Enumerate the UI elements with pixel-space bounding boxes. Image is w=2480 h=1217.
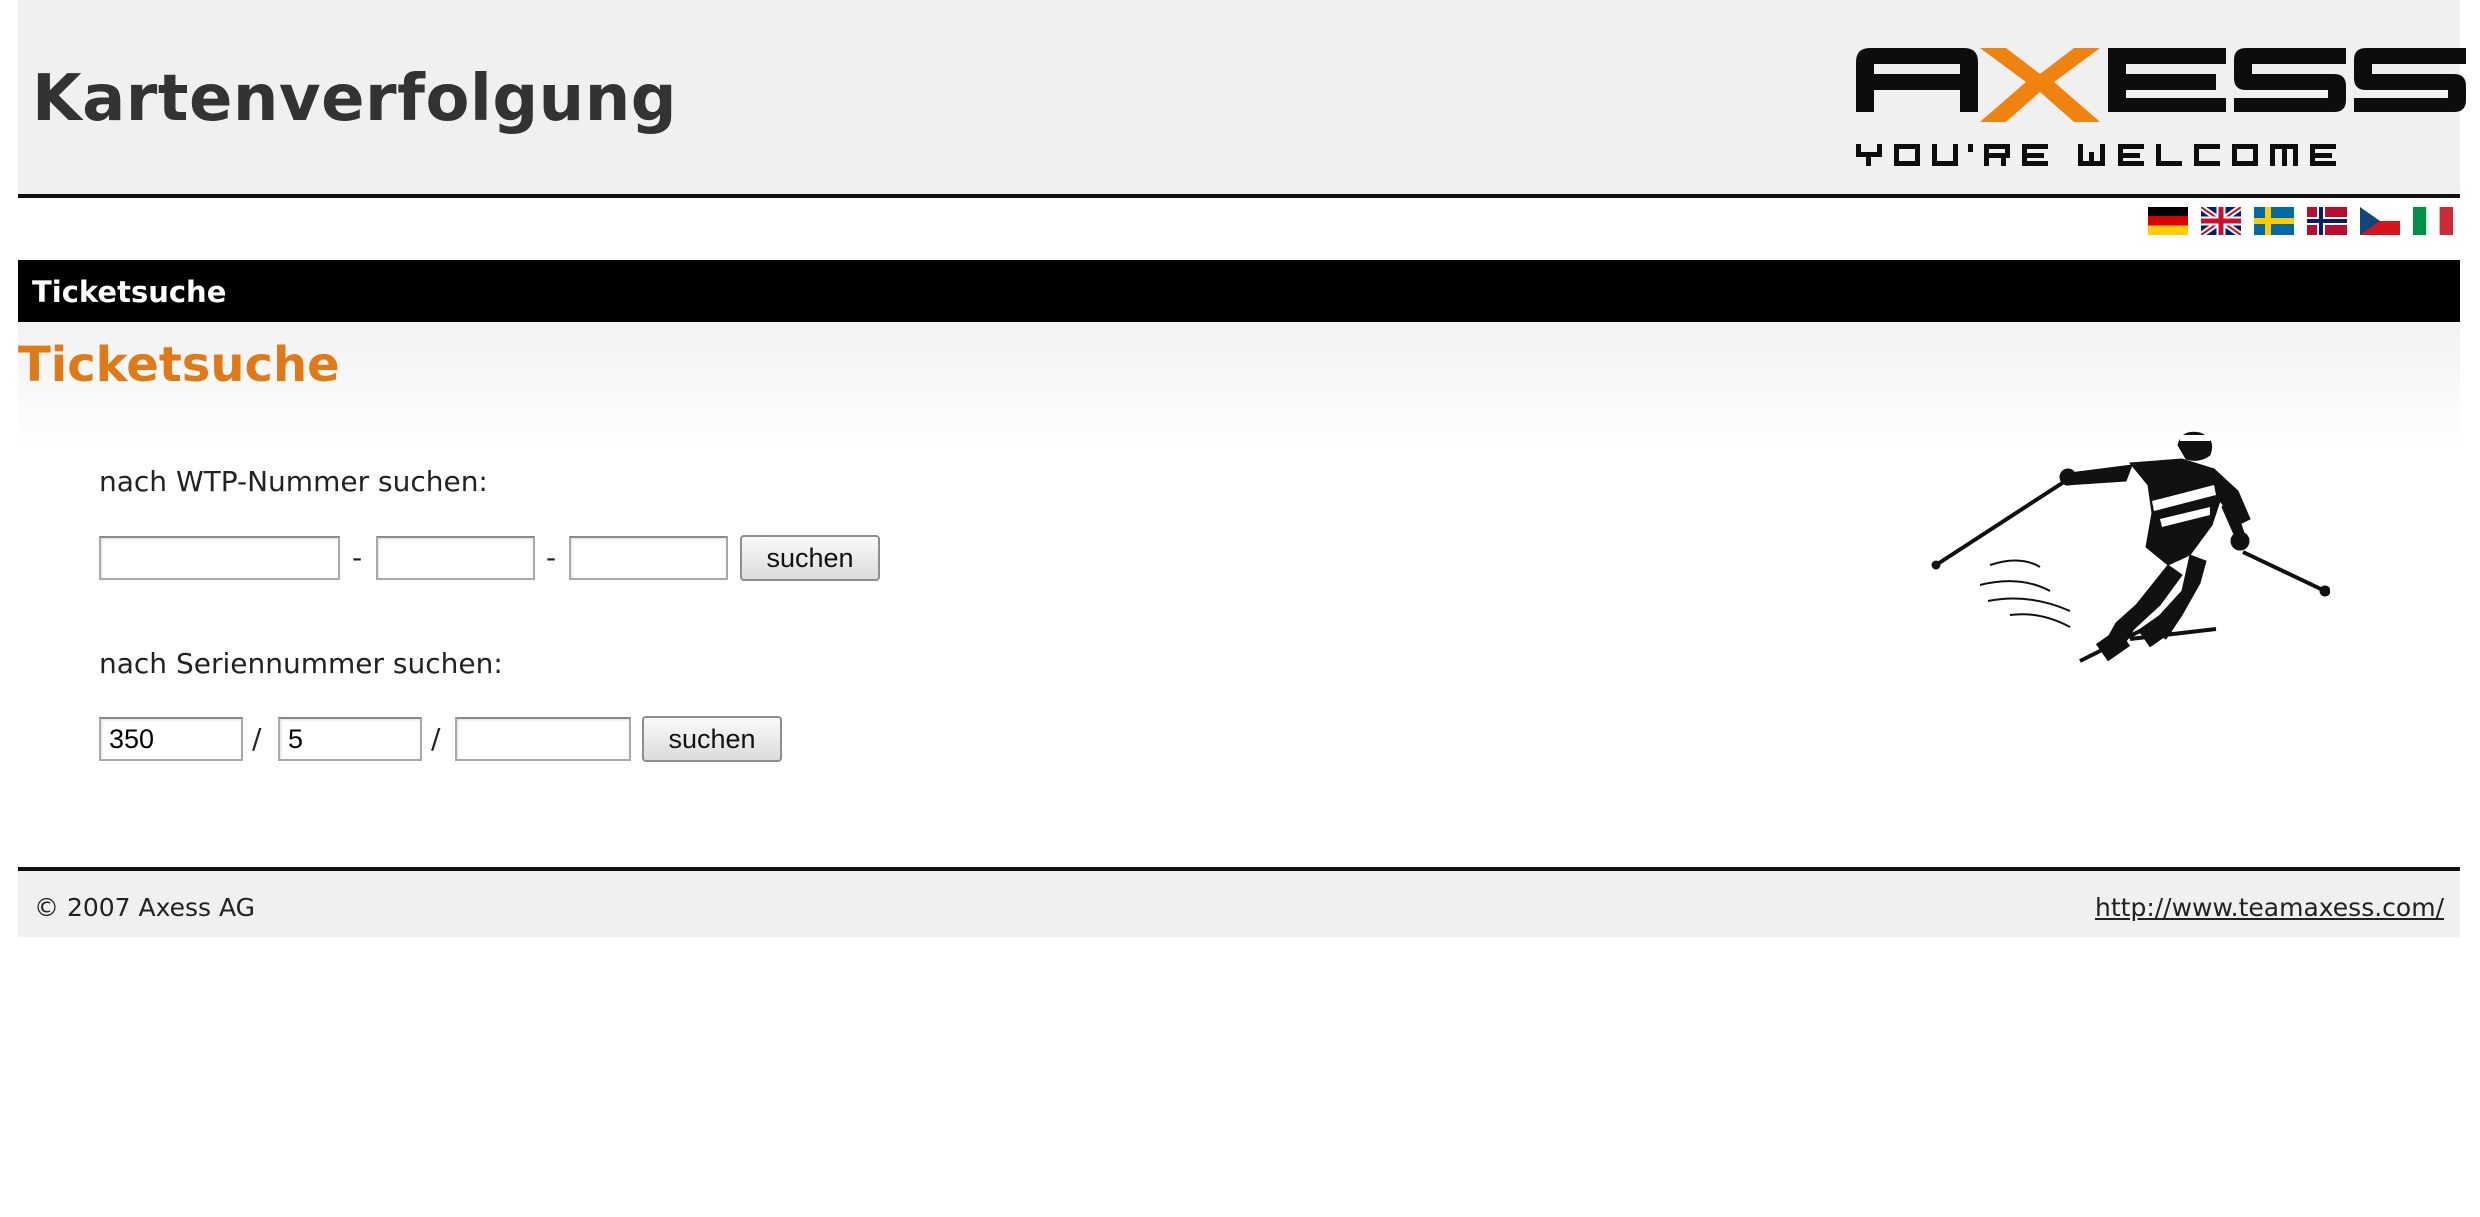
serial-separator-2: / bbox=[431, 722, 441, 755]
copyright-text: © 2007 Axess AG bbox=[34, 893, 256, 922]
czech-flag-icon[interactable] bbox=[2360, 207, 2400, 235]
serial-field-3[interactable] bbox=[455, 717, 631, 761]
nav-bar: Ticketsuche bbox=[18, 260, 2460, 322]
page-footer: © 2007 Axess AG http://www.teamaxess.com… bbox=[18, 867, 2460, 937]
wtp-field-1[interactable] bbox=[99, 536, 340, 580]
page-title: Ticketsuche bbox=[18, 337, 340, 393]
skier-illustration bbox=[1931, 431, 2330, 663]
serial-field-2[interactable] bbox=[278, 717, 422, 761]
wtp-search-button[interactable]: suchen bbox=[740, 535, 880, 581]
wtp-field-2[interactable] bbox=[376, 536, 535, 580]
wtp-separator-1: - bbox=[352, 541, 363, 574]
logo-x-mark bbox=[1980, 48, 2100, 122]
serial-search-label: nach Seriennummer suchen: bbox=[99, 647, 503, 680]
axess-logo bbox=[1856, 48, 2466, 166]
uk-flag-icon[interactable] bbox=[2201, 207, 2241, 235]
wtp-search-label: nach WTP-Nummer suchen: bbox=[99, 465, 488, 498]
wtp-separator-2: - bbox=[546, 541, 557, 574]
logo-tagline bbox=[1856, 144, 2336, 166]
page-header: Kartenverfolgung bbox=[18, 0, 2466, 198]
italian-flag-icon[interactable] bbox=[2413, 207, 2453, 235]
norwegian-flag-icon[interactable] bbox=[2307, 207, 2347, 235]
app-title: Kartenverfolgung bbox=[32, 62, 678, 136]
teamaxess-link[interactable]: http://www.teamaxess.com/ bbox=[2095, 893, 2444, 922]
serial-separator-1: / bbox=[252, 722, 262, 755]
serial-field-1[interactable] bbox=[99, 717, 243, 761]
wtp-field-3[interactable] bbox=[569, 536, 728, 580]
swedish-flag-icon[interactable] bbox=[2254, 207, 2294, 235]
serial-search-button[interactable]: suchen bbox=[642, 716, 782, 762]
german-flag-icon[interactable] bbox=[2148, 207, 2188, 235]
nav-item-ticketsuche[interactable]: Ticketsuche bbox=[32, 275, 226, 309]
